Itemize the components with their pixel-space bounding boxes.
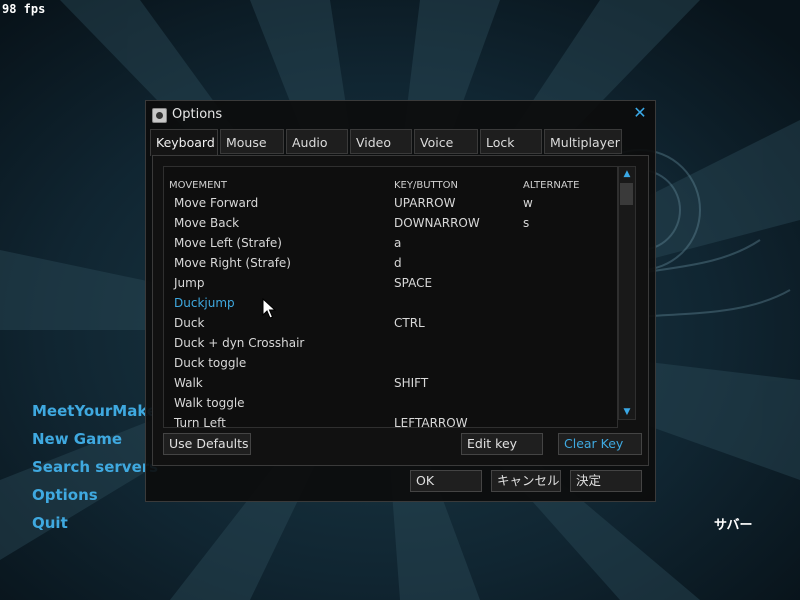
table-row[interactable]: Move Right (Strafe) d <box>164 254 617 274</box>
server-label: サバー <box>714 518 753 533</box>
key-value: SPACE <box>394 276 433 290</box>
table-row[interactable]: Duck + dyn Crosshair <box>164 334 617 354</box>
tab-video[interactable]: Video <box>350 129 412 154</box>
tab-keyboard[interactable]: Keyboard <box>150 129 218 156</box>
action-name: Duck + dyn Crosshair <box>174 336 305 350</box>
use-defaults-button[interactable]: Use Defaults <box>163 433 251 455</box>
scroll-down-arrow-icon[interactable]: ▼ <box>619 405 635 419</box>
tab-voice[interactable]: Voice <box>414 129 478 154</box>
keyboard-panel: MOVEMENT KEY/BUTTON ALTERNATE Move Forwa… <box>152 155 649 466</box>
table-row[interactable]: Move Forward UPARROW w <box>164 194 617 214</box>
action-name: Move Forward <box>174 196 259 210</box>
key-binding-list[interactable]: MOVEMENT KEY/BUTTON ALTERNATE Move Forwa… <box>163 166 618 428</box>
action-name: Move Left (Strafe) <box>174 236 282 250</box>
key-value: LEFTARROW <box>394 416 468 428</box>
fps-counter: 98 fps <box>2 2 46 16</box>
list-scrollbar[interactable]: ▲ ▼ <box>618 166 636 420</box>
ok-button[interactable]: OK <box>410 470 482 492</box>
alt-value: s <box>523 216 530 230</box>
key-value: UPARROW <box>394 196 456 210</box>
tab-lock[interactable]: Lock <box>480 129 542 154</box>
main-menu: MeetYourMake New Game Search servers Opt… <box>32 400 158 540</box>
mouse-cursor-icon <box>262 298 276 319</box>
alt-value: w <box>523 196 533 210</box>
menu-item-options[interactable]: Options <box>32 484 158 512</box>
clear-key-button[interactable]: Clear Key <box>558 433 642 455</box>
table-row[interactable]: Duck toggle <box>164 354 617 374</box>
app-icon <box>152 108 167 123</box>
scroll-thumb[interactable] <box>620 183 633 205</box>
cancel-button[interactable]: キャンセル <box>491 470 561 492</box>
key-value: CTRL <box>394 316 425 330</box>
column-header-movement[interactable]: MOVEMENT <box>169 180 227 191</box>
scroll-up-arrow-icon[interactable]: ▲ <box>619 167 635 181</box>
options-dialog: Options ✕ Keyboard Mouse Audio Video Voi… <box>145 100 656 502</box>
menu-item-search-servers[interactable]: Search servers <box>32 456 158 484</box>
menu-item-new-game[interactable]: New Game <box>32 428 158 456</box>
close-icon[interactable]: ✕ <box>633 105 647 121</box>
action-name: Turn Left <box>174 416 226 428</box>
table-row[interactable]: Move Left (Strafe) a <box>164 234 617 254</box>
action-name: Jump <box>174 276 205 290</box>
tab-audio[interactable]: Audio <box>286 129 348 154</box>
action-name: Duckjump <box>174 296 235 310</box>
key-value: d <box>394 256 402 270</box>
menu-item-quit[interactable]: Quit <box>32 512 158 540</box>
key-value: a <box>394 236 402 250</box>
action-name: Move Back <box>174 216 240 230</box>
tab-multiplayer[interactable]: Multiplayer <box>544 129 622 154</box>
table-row[interactable]: Turn Left LEFTARROW <box>164 414 617 428</box>
action-name: Walk toggle <box>174 396 245 410</box>
menu-item-meetyourmake[interactable]: MeetYourMake <box>32 400 158 428</box>
table-row[interactable]: Duck CTRL <box>164 314 617 334</box>
apply-button[interactable]: 決定 <box>570 470 642 492</box>
key-value: SHIFT <box>394 376 429 390</box>
action-name: Walk <box>174 376 203 390</box>
table-row[interactable]: Move Back DOWNARROW s <box>164 214 617 234</box>
action-name: Duck <box>174 316 205 330</box>
action-name: Move Right (Strafe) <box>174 256 291 270</box>
table-row[interactable]: Walk toggle <box>164 394 617 414</box>
dialog-title: Options <box>172 107 223 122</box>
tab-mouse[interactable]: Mouse <box>220 129 284 154</box>
table-row-highlighted[interactable]: Duckjump <box>164 294 617 314</box>
action-name: Duck toggle <box>174 356 247 370</box>
table-row[interactable]: Jump SPACE <box>164 274 617 294</box>
edit-key-button[interactable]: Edit key <box>461 433 543 455</box>
column-header-alternate[interactable]: ALTERNATE <box>523 180 579 191</box>
key-value: DOWNARROW <box>394 216 480 230</box>
column-header-key[interactable]: KEY/BUTTON <box>394 180 458 191</box>
table-row[interactable]: Walk SHIFT <box>164 374 617 394</box>
dialog-titlebar[interactable]: Options ✕ <box>146 101 655 127</box>
